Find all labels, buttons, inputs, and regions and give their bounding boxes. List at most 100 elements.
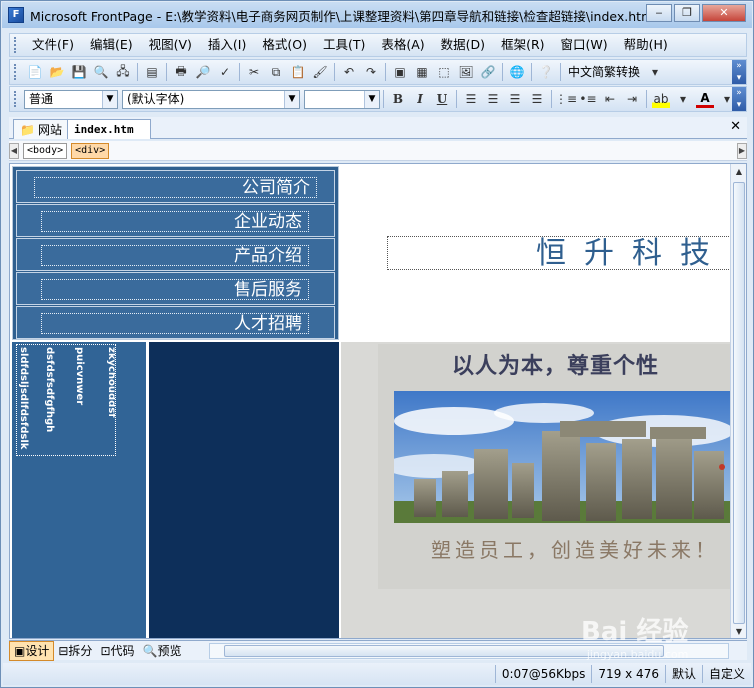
minimize-button[interactable]: ‒: [646, 4, 672, 22]
nav-row: 产品介绍: [16, 238, 335, 271]
insert-hyperlink-icon[interactable]: 🔗: [479, 63, 497, 81]
close-document-icon[interactable]: ✕: [730, 119, 741, 134]
web-component-icon[interactable]: ▣: [391, 63, 409, 81]
view-preview-button[interactable]: 🔍预览: [139, 642, 186, 660]
menu-table[interactable]: 表格(A): [373, 34, 432, 56]
insert-layer-icon[interactable]: ⬚: [435, 63, 453, 81]
increase-indent-icon[interactable]: ⇥: [623, 90, 641, 108]
format-painter-icon[interactable]: 🖌: [311, 63, 329, 81]
menu-view[interactable]: 视图(V): [141, 34, 200, 56]
redo-icon[interactable]: ↷: [362, 63, 380, 81]
new-page-icon[interactable]: 📄: [26, 63, 44, 81]
toolbar-separator: [334, 63, 335, 81]
nav-row: 人才招聘: [16, 306, 335, 339]
insert-table-icon[interactable]: ▦: [413, 63, 431, 81]
scroll-up-icon[interactable]: ▲: [731, 164, 746, 180]
underline-button[interactable]: U: [433, 90, 451, 108]
design-view-canvas[interactable]: 公司简介 企业动态 产品介绍 售后服务 人才招聘 恒升科技 zkychoudds…: [9, 163, 747, 639]
close-button[interactable]: ✕: [702, 4, 746, 22]
menu-help[interactable]: 帮助(H): [616, 34, 676, 56]
chevron-down-icon[interactable]: ▼: [364, 90, 379, 108]
print-icon[interactable]: 🖶: [172, 63, 190, 81]
italic-button[interactable]: I: [411, 90, 429, 108]
middle-column-cell[interactable]: [149, 342, 339, 638]
menu-window[interactable]: 窗口(W): [553, 34, 616, 56]
chevron-left-icon[interactable]: ◀: [9, 142, 19, 159]
promo-banner[interactable]: 以人为本，尊重个性 塑造员工，创造美好未来！: [378, 344, 733, 589]
brand-title[interactable]: 恒升科技: [387, 236, 733, 270]
copy-icon[interactable]: ⧉: [267, 63, 285, 81]
view-design-button[interactable]: ▣设计: [9, 640, 55, 661]
save-icon[interactable]: 💾: [70, 63, 88, 81]
nav-link-news[interactable]: 企业动态: [41, 211, 309, 232]
menu-tools[interactable]: 工具(T): [315, 34, 373, 56]
menu-insert[interactable]: 插入(I): [200, 34, 254, 56]
menu-data[interactable]: 数据(D): [433, 34, 493, 56]
align-center-icon[interactable]: ☰: [484, 90, 502, 108]
vertical-text-line: puicvnwer: [74, 347, 85, 406]
align-right-icon[interactable]: ☰: [506, 90, 524, 108]
left-column-cell[interactable]: zkychouddsf puicvnwer dsfdsfsdfgfhgh sld…: [12, 342, 146, 638]
numbered-list-icon[interactable]: ⋮≡: [555, 90, 577, 108]
toolbar-options-icon[interactable]: » ▾: [732, 60, 746, 84]
tag-div[interactable]: <div>: [71, 142, 110, 159]
highlight-icon[interactable]: ab: [652, 90, 670, 108]
menu-file[interactable]: 文件(F): [24, 34, 82, 56]
status-download-time[interactable]: 0:07@56Kbps: [494, 665, 592, 683]
nav-link-jobs[interactable]: 人才招聘: [41, 313, 309, 334]
chevron-right-icon[interactable]: ▶: [737, 142, 747, 159]
insert-picture-icon[interactable]: 🖼: [457, 63, 475, 81]
toolbox-icon[interactable]: ▤: [143, 63, 161, 81]
vertical-scrollbar[interactable]: ▲ ▼: [730, 164, 746, 638]
menu-edit[interactable]: 编辑(E): [82, 34, 141, 56]
toolbar-separator: [531, 63, 532, 81]
restore-button[interactable]: ❐: [674, 4, 700, 22]
justify-icon[interactable]: ☰: [528, 90, 546, 108]
spelling-icon[interactable]: ✓: [216, 63, 234, 81]
scrollbar-thumb[interactable]: [733, 182, 745, 624]
tag-body[interactable]: <body>: [23, 142, 68, 159]
nav-link-company[interactable]: 公司简介: [34, 177, 317, 198]
search-icon[interactable]: 🔍: [92, 63, 110, 81]
status-custom[interactable]: 自定义: [701, 665, 751, 683]
view-split-button[interactable]: ⊟拆分: [54, 642, 96, 660]
chevron-down-icon[interactable]: ▼: [284, 90, 299, 108]
toolbar-options-icon[interactable]: » ▾: [732, 87, 746, 111]
toolbar-separator: [137, 63, 138, 81]
chevron-down-icon[interactable]: ▼: [102, 90, 117, 108]
align-left-icon[interactable]: ☰: [462, 90, 480, 108]
preview-icon[interactable]: 🔎: [194, 63, 212, 81]
bold-button[interactable]: B: [389, 90, 407, 108]
menu-frames[interactable]: 框架(R): [493, 34, 552, 56]
toolbar-grip[interactable]: [14, 91, 18, 107]
menu-grip[interactable]: [14, 37, 18, 53]
chinese-convert-button[interactable]: 中文简繁转换: [564, 61, 644, 83]
menu-format[interactable]: 格式(O): [254, 34, 315, 56]
nav-link-products[interactable]: 产品介绍: [41, 245, 309, 266]
nav-link-service[interactable]: 售后服务: [41, 279, 309, 300]
decrease-indent-icon[interactable]: ⇤: [601, 90, 619, 108]
tab-website[interactable]: 📁 网站: [13, 119, 69, 139]
font-size-select[interactable]: ▼: [304, 89, 380, 109]
style-select[interactable]: 普通 ▼: [24, 89, 118, 109]
tab-index-htm[interactable]: index.htm: [67, 119, 151, 139]
vertical-text-box[interactable]: zkychouddsf puicvnwer dsfdsfsdfgfhgh sld…: [16, 344, 116, 456]
view-code-button[interactable]: ⊡代码: [96, 642, 138, 660]
help-icon[interactable]: ❔: [537, 63, 555, 81]
font-color-icon[interactable]: A: [696, 90, 714, 108]
undo-icon[interactable]: ↶: [340, 63, 358, 81]
font-select[interactable]: (默认字体) ▼: [122, 89, 300, 109]
cut-icon[interactable]: ✂: [245, 63, 263, 81]
chevron-down-icon[interactable]: ▾: [646, 63, 664, 81]
status-mode[interactable]: 默认: [664, 665, 702, 683]
open-folder-icon[interactable]: 📂: [48, 63, 66, 81]
toolbar-grip[interactable]: [14, 64, 18, 80]
chevron-down-icon[interactable]: ▾: [674, 90, 692, 108]
status-page-size[interactable]: 719 x 476: [591, 665, 665, 683]
motto-text: 塑造员工，创造美好未来！: [431, 538, 719, 562]
scroll-down-icon[interactable]: ▼: [731, 624, 746, 638]
globe-icon[interactable]: 🌐: [508, 63, 526, 81]
paste-icon[interactable]: 📋: [289, 63, 307, 81]
bulleted-list-icon[interactable]: •≡: [579, 90, 597, 108]
publish-icon[interactable]: 🖧: [114, 63, 132, 81]
